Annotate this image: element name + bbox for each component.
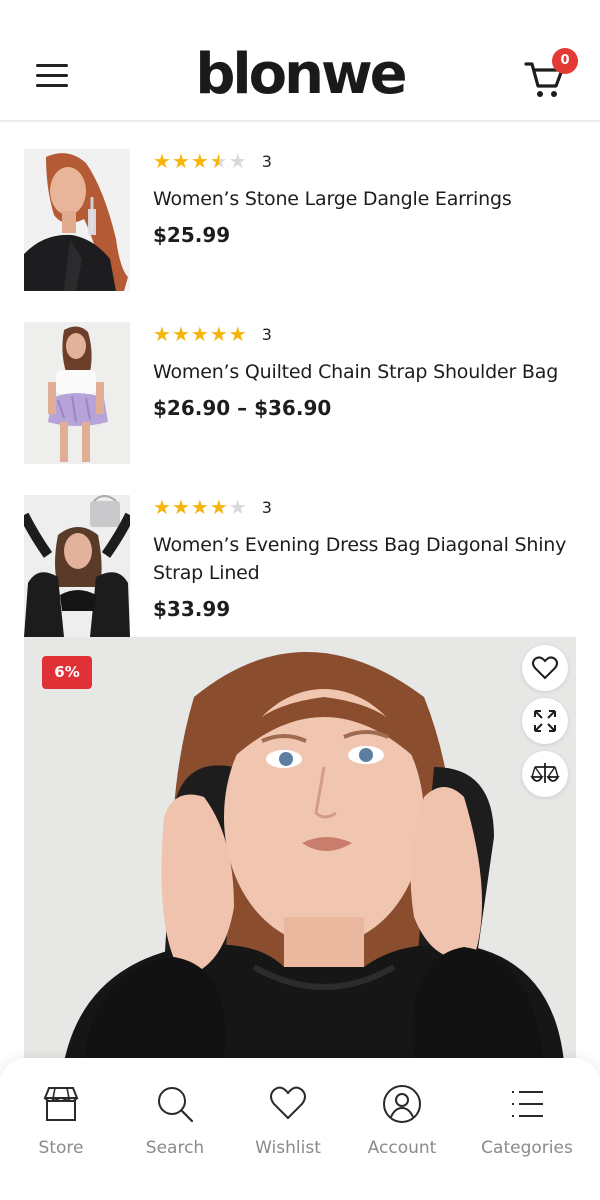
account-icon xyxy=(383,1085,421,1123)
app-header: blonwe 0 xyxy=(0,0,600,122)
list-icon xyxy=(512,1091,543,1117)
star-icon: ★ xyxy=(190,322,209,346)
star-icon: ★ xyxy=(171,495,190,519)
product-thumbnail[interactable] xyxy=(24,149,130,291)
star-icon: ★ xyxy=(190,149,209,173)
star-icon: ★ xyxy=(209,322,228,346)
cart-button[interactable]: 0 xyxy=(522,48,582,102)
nav-categories-label: Categories xyxy=(481,1138,573,1158)
search-icon xyxy=(158,1087,194,1123)
star-icon: ★ xyxy=(171,322,190,346)
rating-stars: ★ ★ ★ ★ ★ 3 xyxy=(153,149,580,173)
featured-product-image[interactable]: 6% xyxy=(24,637,576,1062)
star-icon: ★ xyxy=(153,149,171,173)
product-thumbnail[interactable] xyxy=(24,322,130,464)
nav-account-label: Account xyxy=(367,1138,437,1158)
product-info: ★ ★ ★ ★ ★ 3 Women’s Evening Dress Bag Di… xyxy=(153,495,580,621)
nav-search[interactable]: Search xyxy=(120,1082,230,1158)
product-info: ★ ★ ★ ★ ★ 3 Women’s Quilted Chain Strap … xyxy=(153,322,580,420)
product-title[interactable]: Women’s Stone Large Dangle Earrings xyxy=(153,185,580,213)
nav-store-label: Store xyxy=(38,1138,84,1158)
review-count: 3 xyxy=(261,497,272,517)
bottom-navigation: Store Search Wishlist Account Categories xyxy=(0,1058,600,1200)
rating-stars: ★ ★ ★ ★ ★ 3 xyxy=(153,322,580,346)
nav-account[interactable]: Account xyxy=(347,1082,457,1158)
star-icon: ★ xyxy=(153,495,171,519)
rating-stars: ★ ★ ★ ★ ★ 3 xyxy=(153,495,580,519)
star-icon: ★ xyxy=(228,149,247,173)
product-price: $25.99 xyxy=(153,223,231,247)
half-star-icon: ★ xyxy=(209,149,228,173)
heart-icon xyxy=(532,656,558,680)
product-thumbnail[interactable] xyxy=(24,495,130,637)
compare-button[interactable] xyxy=(522,751,568,797)
product-price: $33.99 xyxy=(153,597,231,621)
nav-search-label: Search xyxy=(145,1138,205,1158)
review-count: 3 xyxy=(261,151,272,171)
product-list-item[interactable]: ★ ★ ★ ★ ★ 3 Women’s Stone Large Dangle E… xyxy=(0,149,600,309)
product-title[interactable]: Women’s Evening Dress Bag Diagonal Shiny… xyxy=(153,531,580,587)
star-icon: ★ xyxy=(228,495,247,519)
product-title[interactable]: Women’s Quilted Chain Strap Shoulder Bag xyxy=(153,358,580,386)
nav-wishlist-label: Wishlist xyxy=(255,1138,321,1158)
store-icon xyxy=(43,1087,79,1121)
compare-scale-icon xyxy=(530,763,560,783)
expand-icon xyxy=(534,710,556,732)
heart-icon xyxy=(270,1086,306,1120)
nav-wishlist[interactable]: Wishlist xyxy=(233,1082,343,1158)
review-count: 3 xyxy=(261,324,272,344)
discount-badge: 6% xyxy=(42,656,92,689)
product-list-item[interactable]: ★ ★ ★ ★ ★ 3 Women’s Quilted Chain Strap … xyxy=(0,322,600,482)
nav-store[interactable]: Store xyxy=(6,1082,116,1158)
product-info: ★ ★ ★ ★ ★ 3 Women’s Stone Large Dangle E… xyxy=(153,149,580,247)
nav-categories[interactable]: Categories xyxy=(472,1082,582,1158)
star-icon: ★ xyxy=(190,495,209,519)
star-icon: ★ xyxy=(171,149,190,173)
product-list-item[interactable]: ★ ★ ★ ★ ★ 3 Women’s Evening Dress Bag Di… xyxy=(0,495,600,637)
model-photo xyxy=(24,637,576,1062)
star-icon: ★ xyxy=(153,322,171,346)
star-icon: ★ xyxy=(209,495,228,519)
star-icon: ★ xyxy=(228,322,247,346)
site-logo[interactable]: blonwe xyxy=(0,40,600,110)
cart-count-badge: 0 xyxy=(552,48,578,74)
quick-view-button[interactable] xyxy=(522,698,568,744)
product-price: $26.90 – $36.90 xyxy=(153,396,332,420)
wishlist-button[interactable] xyxy=(522,645,568,691)
